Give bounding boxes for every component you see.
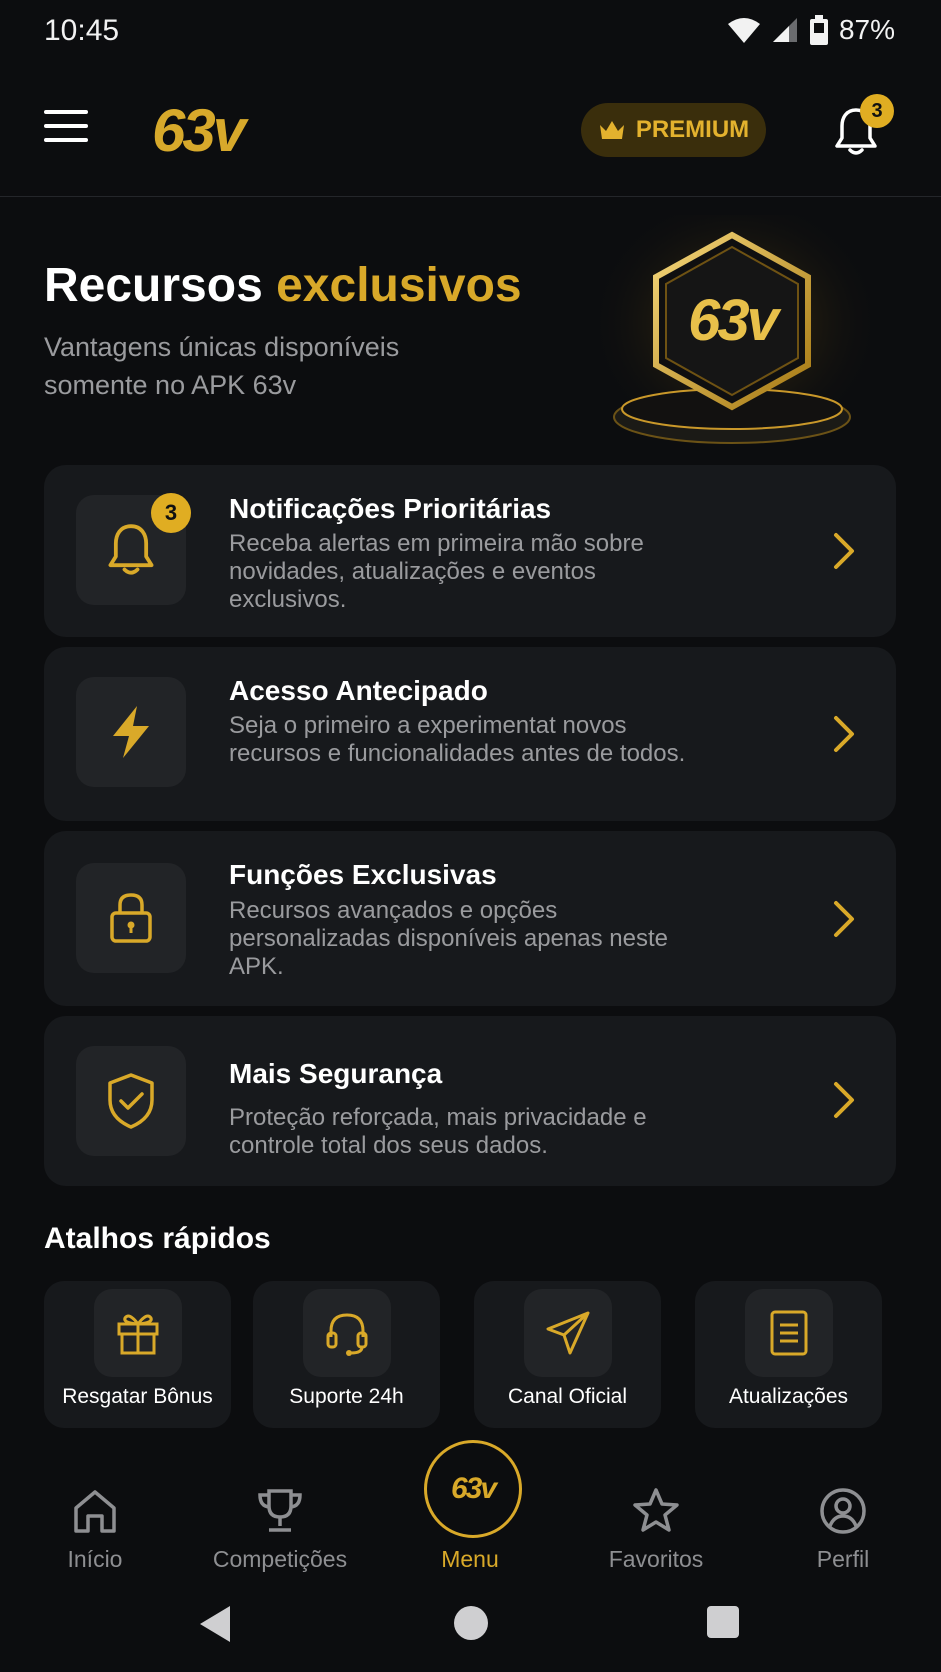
lock-icon — [110, 893, 152, 943]
shortcut-label: Atualizações — [728, 1385, 849, 1408]
shortcut-icon-container — [93, 1289, 182, 1377]
menu-line-icon — [44, 138, 88, 142]
shortcut-icon-container — [523, 1289, 612, 1377]
chevron-right-icon — [834, 716, 854, 752]
premium-button[interactable]: PREMIUM — [581, 103, 766, 157]
shortcut-label: Suporte 24h — [289, 1385, 404, 1408]
trophy-icon — [258, 1489, 302, 1532]
status-icons: 87% — [727, 14, 895, 46]
hero-subtitle: Vantagens únicas disponíveis somente no … — [44, 332, 400, 400]
notifications-button[interactable]: 3 — [832, 94, 894, 158]
shortcut-official-channel[interactable]: Canal Oficial — [474, 1281, 661, 1428]
bell-icon — [108, 524, 154, 575]
signal-icon — [772, 18, 797, 42]
system-home-icon[interactable] — [452, 1604, 490, 1642]
shortcut-label: Resgatar Bônus — [62, 1385, 213, 1408]
shortcut-label: Canal Oficial — [507, 1385, 628, 1408]
shortcut-updates[interactable]: Atualizações — [695, 1281, 882, 1428]
system-recents-icon[interactable] — [705, 1604, 741, 1640]
send-icon — [546, 1311, 589, 1355]
notification-count-badge: 3 — [860, 94, 894, 128]
shortcut-icon-container — [744, 1289, 833, 1377]
feature-title: Notificações Prioritárias — [229, 493, 552, 524]
shortcut-redeem-bonus[interactable]: Resgatar Bônus — [44, 1281, 231, 1428]
gift-icon — [117, 1314, 158, 1355]
menu-line-icon — [44, 124, 88, 128]
chevron-right-icon — [834, 901, 854, 937]
nav-favorites[interactable]: Favoritos — [581, 1480, 731, 1590]
feature-title: Mais Segurança — [229, 1058, 443, 1089]
nav-label: Favoritos — [608, 1546, 704, 1572]
feature-description: Recursos avançados e opções personalizad… — [229, 897, 668, 980]
nav-label: Perfil — [816, 1546, 870, 1572]
hamburger-menu-button[interactable] — [44, 110, 88, 150]
feature-card-early-access[interactable]: Acesso Antecipado Seja o primeiro a expe… — [44, 647, 896, 821]
card-icon-container — [76, 863, 186, 973]
hero-badge-logo: 63v — [688, 288, 779, 353]
nav-competitions[interactable]: Competições — [205, 1480, 355, 1590]
profile-icon — [820, 1488, 866, 1534]
feature-description: Receba alertas em primeira mão sobre nov… — [229, 530, 644, 613]
logo-icon: 63v — [450, 1472, 497, 1505]
nav-profile[interactable]: Perfil — [768, 1480, 918, 1590]
lightning-icon — [113, 706, 149, 758]
shortcut-icon-container — [302, 1289, 391, 1377]
chevron-right-icon — [834, 533, 854, 569]
hero-title-accent: exclusivos — [276, 259, 522, 312]
nav-home[interactable]: Início — [20, 1480, 170, 1590]
document-icon — [770, 1310, 807, 1356]
nav-label: Competições — [212, 1546, 348, 1572]
feature-badge: 3 — [151, 493, 191, 533]
menu-line-icon — [44, 110, 88, 114]
status-time: 10:45 — [44, 14, 120, 47]
system-back-icon[interactable] — [196, 1604, 234, 1644]
header-divider — [0, 196, 941, 197]
feature-title: Funções Exclusivas — [229, 859, 497, 890]
feature-description: Seja o primeiro a experimentat novos rec… — [229, 712, 686, 767]
hero-title: Recursos exclusivos — [44, 258, 522, 313]
shield-check-icon — [108, 1073, 154, 1129]
nav-label-active: Menu — [441, 1546, 499, 1572]
shortcuts-title: Atalhos rápidos — [44, 1222, 271, 1255]
card-icon-container — [76, 677, 186, 787]
nav-label: Início — [67, 1546, 123, 1572]
hero-hexagon-badge: 63v — [600, 215, 870, 455]
home-icon — [74, 1490, 116, 1533]
premium-label: PREMIUM — [635, 116, 750, 143]
star-icon — [633, 1488, 679, 1532]
app-logo[interactable]: 63v — [152, 96, 246, 165]
feature-description: Proteção reforçada, mais privacidade e c… — [229, 1104, 647, 1159]
battery-icon — [809, 15, 828, 45]
chevron-right-icon — [834, 1082, 854, 1118]
feature-title: Acesso Antecipado — [229, 675, 488, 706]
feature-card-exclusive-functions[interactable]: Funções Exclusivas Recursos avançados e … — [44, 831, 896, 1006]
shortcut-support[interactable]: Suporte 24h — [253, 1281, 440, 1428]
battery-percent: 87% — [838, 14, 895, 45]
crown-icon — [599, 121, 624, 139]
feature-card-security[interactable]: Mais Segurança Proteção reforçada, mais … — [44, 1016, 896, 1186]
card-icon-container — [76, 1046, 186, 1156]
feature-card-notifications[interactable]: 3 Notificações Prioritárias Receba alert… — [44, 465, 896, 637]
wifi-icon — [727, 18, 760, 43]
headset-icon — [326, 1313, 367, 1356]
nav-menu[interactable]: 63v — [424, 1440, 522, 1538]
hero-title-main: Recursos — [44, 259, 263, 312]
